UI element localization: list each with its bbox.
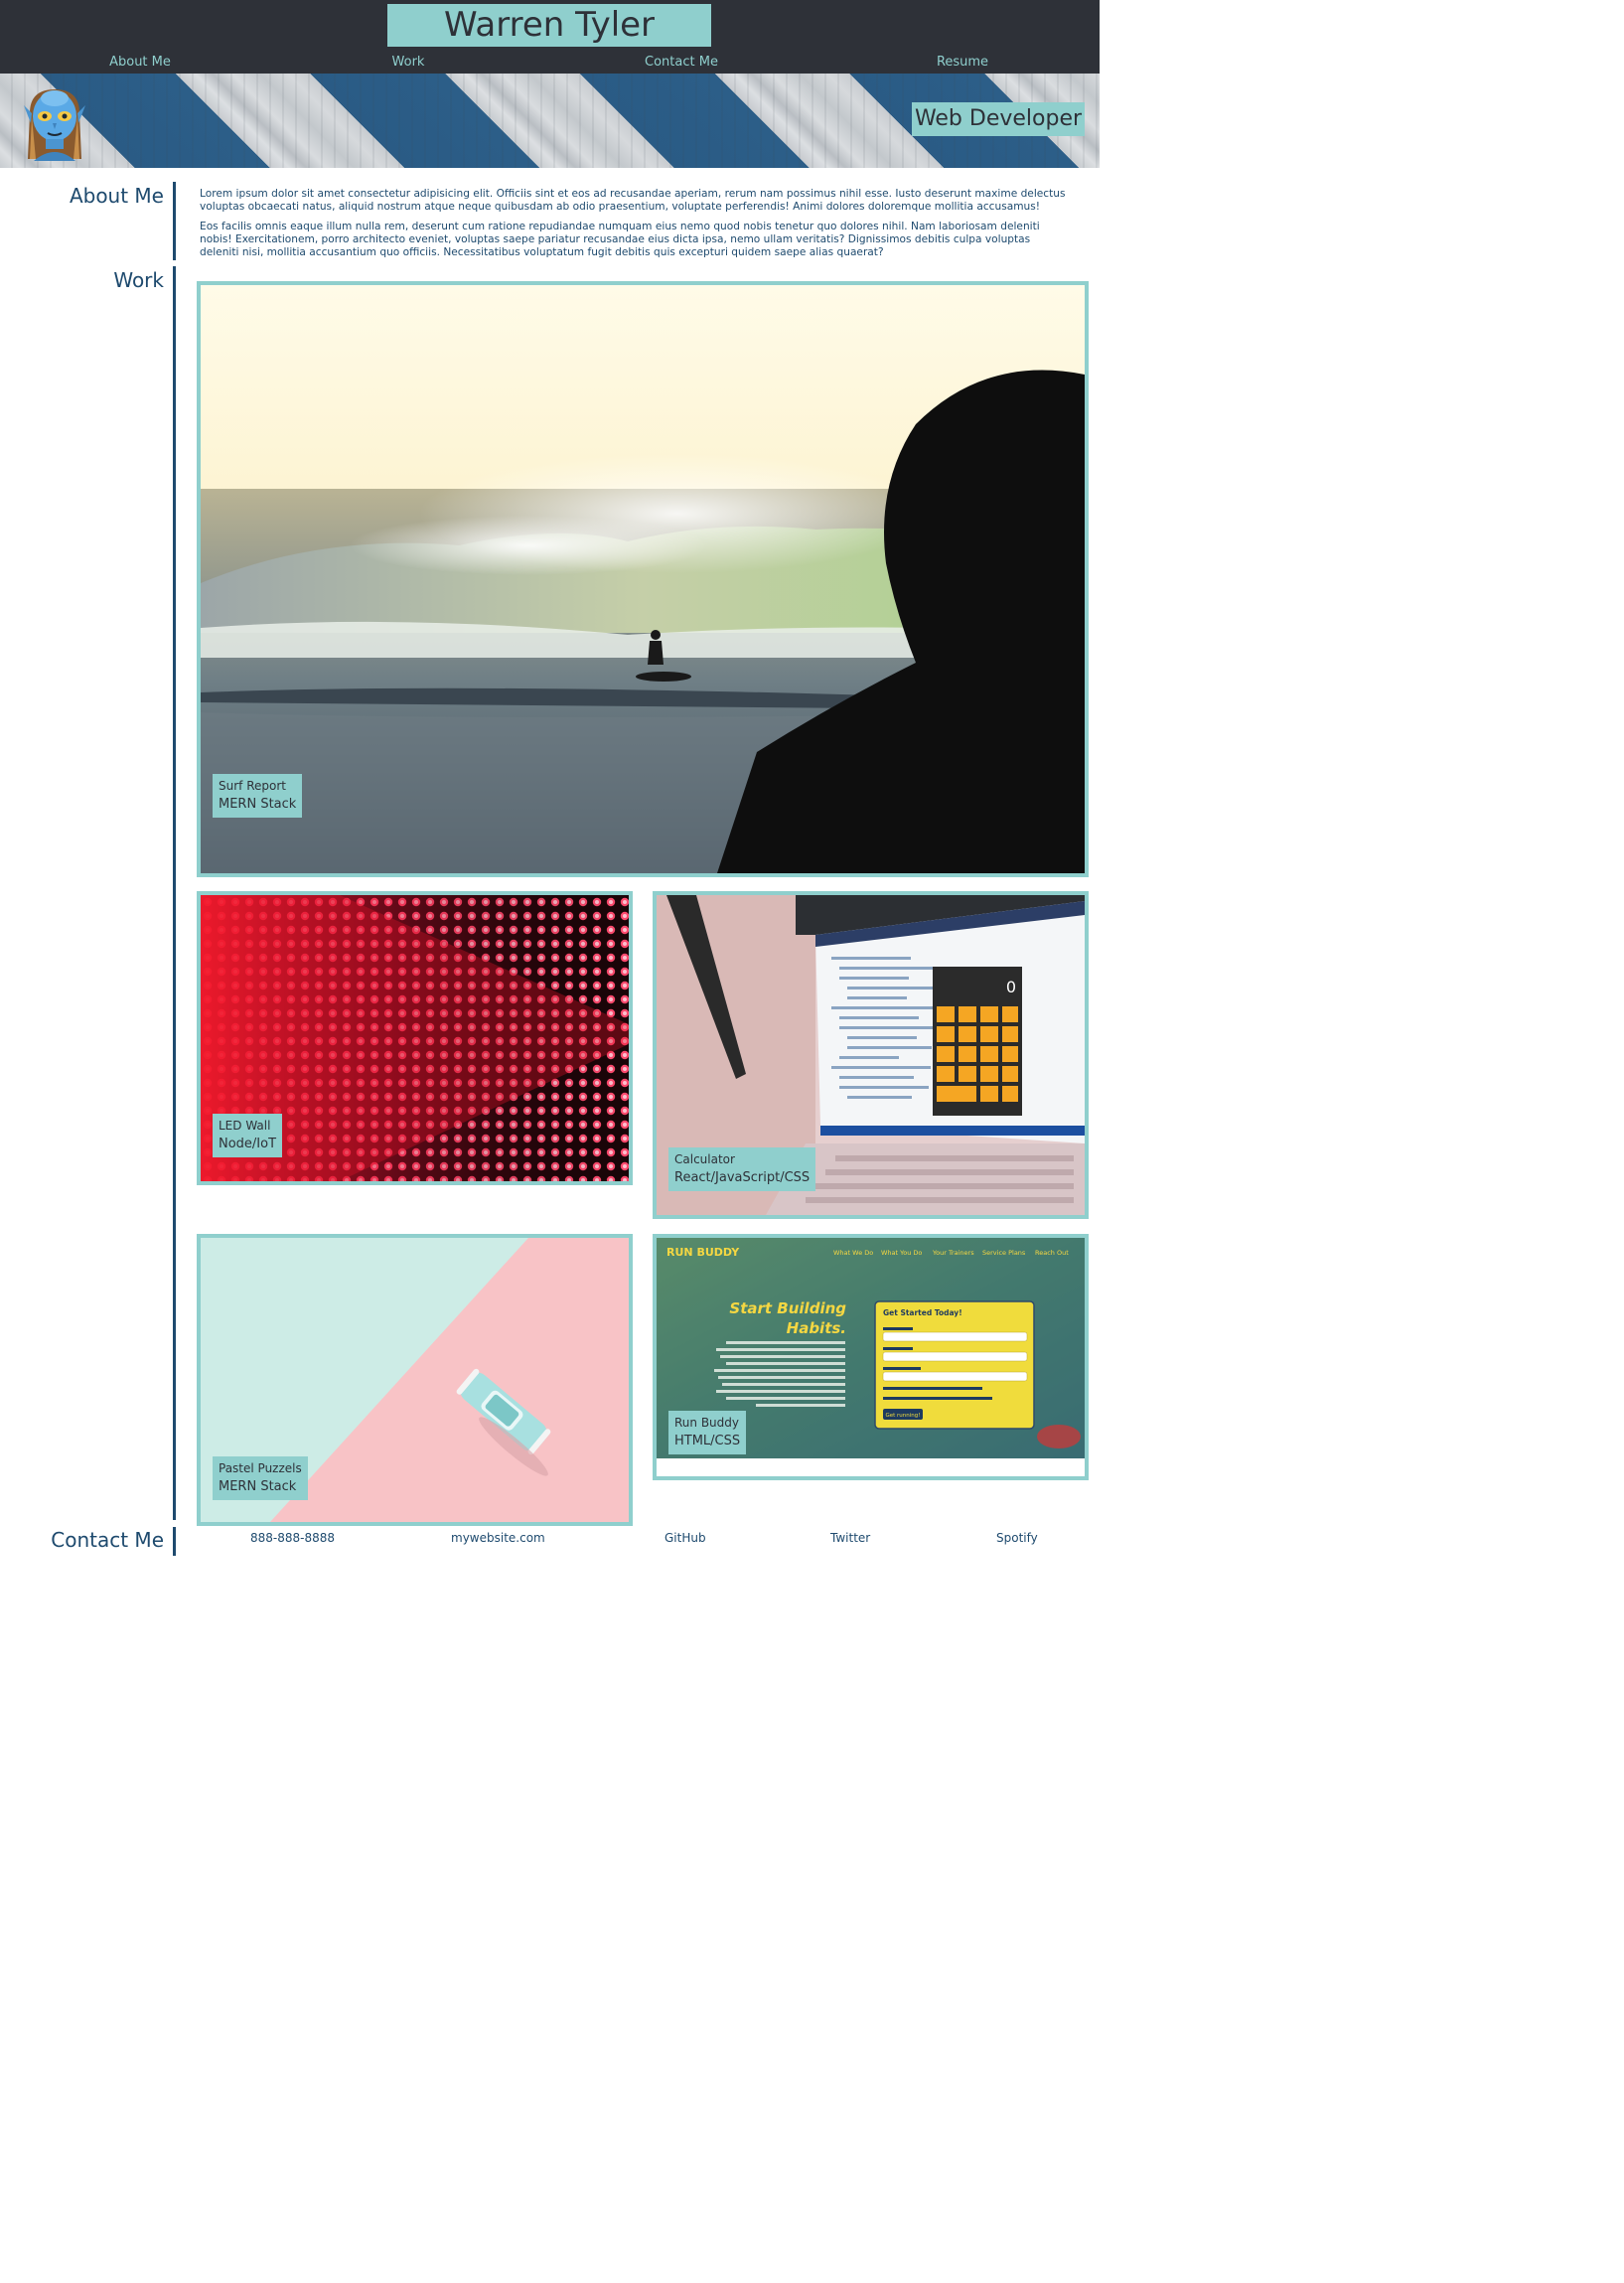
contact-twitter-link[interactable]: Twitter: [830, 1530, 870, 1546]
site-header: Warren Tyler About Me Work Contact Me Re…: [0, 0, 1100, 74]
project-label-led-wall: LED Wall Node/IoT: [213, 1114, 283, 1157]
calc-display: 0: [1006, 978, 1016, 996]
project-card-calculator[interactable]: 0 Calculator React/JavaScript/CSS: [653, 891, 1089, 1219]
about-section-title: About Me: [69, 184, 164, 208]
about-paragraph-1: Lorem ipsum dolor sit amet consectetur a…: [200, 188, 1066, 213]
contact-website-link[interactable]: mywebsite.com: [451, 1530, 545, 1546]
project-label-calculator: Calculator React/JavaScript/CSS: [668, 1147, 816, 1191]
project-name: Surf Report: [219, 779, 286, 793]
project-stack: React/JavaScript/CSS: [674, 1170, 811, 1185]
nav-link-resume[interactable]: Resume: [924, 55, 1001, 71]
nav-link-about[interactable]: About Me: [95, 55, 185, 71]
project-name: Run Buddy: [674, 1416, 739, 1430]
run-buddy-form-title: Get Started Today!: [883, 1308, 962, 1317]
project-label-run-buddy: Run Buddy HTML/CSS: [668, 1411, 747, 1454]
project-card-pastel-puzzels[interactable]: Pastel Puzzels MERN Stack: [197, 1234, 633, 1526]
nav-link-contact[interactable]: Contact Me: [636, 55, 727, 71]
project-stack: HTML/CSS: [674, 1434, 741, 1448]
work-section-title: Work: [113, 268, 164, 292]
contact-section-title: Contact Me: [51, 1528, 164, 1552]
project-name: LED Wall: [219, 1119, 271, 1133]
site-title: Warren Tyler: [387, 4, 711, 47]
project-label-surf-report: Surf Report MERN Stack: [213, 774, 303, 818]
run-buddy-brand: RUN BUDDY: [666, 1246, 740, 1259]
contact-divider: [173, 1527, 176, 1556]
contact-github-link[interactable]: GitHub: [664, 1530, 706, 1546]
project-label-pastel-puzzels: Pastel Puzzels MERN Stack: [213, 1456, 308, 1500]
run-buddy-headline-2: Habits.: [787, 1319, 846, 1337]
hero-banner: Web Developer: [0, 74, 1100, 168]
run-buddy-nav-item: Your Trainers: [932, 1249, 974, 1257]
about-paragraph-2: Eos facilis omnis eaque illum nulla rem,…: [200, 221, 1040, 258]
about-text: Lorem ipsum dolor sit amet consectetur a…: [200, 188, 1070, 259]
run-buddy-headline-1: Start Building: [729, 1299, 846, 1317]
nav-link-work[interactable]: Work: [377, 55, 439, 71]
run-buddy-nav-item: What We Do: [833, 1249, 873, 1257]
project-card-led-wall[interactable]: LED Wall Node/IoT: [197, 891, 633, 1185]
run-buddy-nav-item: Reach Out: [1035, 1249, 1069, 1257]
project-stack: Node/IoT: [219, 1137, 277, 1151]
work-divider: [173, 266, 176, 1520]
project-stack: MERN Stack: [219, 1479, 297, 1494]
project-stack: MERN Stack: [219, 797, 297, 812]
run-buddy-nav-item: Service Plans: [982, 1249, 1026, 1257]
about-divider: [173, 182, 176, 260]
contact-spotify-link[interactable]: Spotify: [996, 1530, 1038, 1546]
tagline-badge: Web Developer: [912, 102, 1085, 136]
project-card-run-buddy[interactable]: RUN BUDDY What We Do What You Do Your Tr…: [653, 1234, 1089, 1480]
project-card-surf-report[interactable]: Surf Report MERN Stack: [197, 281, 1089, 877]
run-buddy-form-button: Get running!: [886, 1413, 921, 1419]
contact-phone-link[interactable]: 888-888-8888: [250, 1530, 335, 1546]
project-name: Pastel Puzzels: [219, 1461, 302, 1475]
surf-photo: [201, 285, 1085, 873]
project-name: Calculator: [674, 1152, 735, 1166]
run-buddy-nav-item: What You Do: [881, 1249, 922, 1257]
blue-alien-avatar-icon: [22, 83, 87, 161]
